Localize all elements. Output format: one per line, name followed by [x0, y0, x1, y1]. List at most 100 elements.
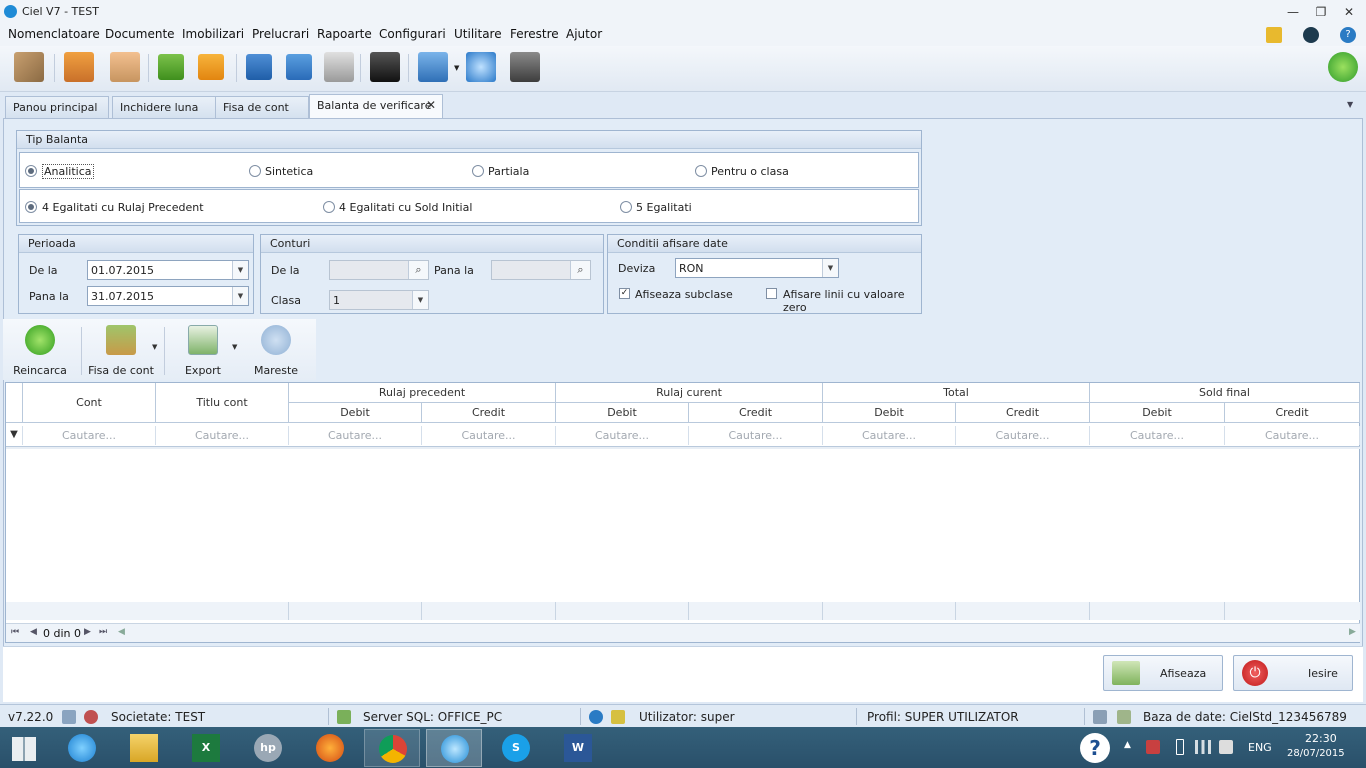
radio-4-egalitati-rulaj[interactable]: [25, 201, 37, 213]
tab-list-dropdown-icon[interactable]: ▼: [1347, 100, 1353, 109]
clock-date[interactable]: 28/07/2015: [1287, 748, 1345, 759]
search-icon[interactable]: ⌕: [408, 261, 428, 279]
menu-utilitare[interactable]: Utilitare: [454, 27, 502, 41]
radio-sintetica-label[interactable]: Sintetica: [265, 165, 313, 178]
date-from-field[interactable]: 01.07.2015 ▼: [87, 260, 249, 280]
first-page-icon[interactable]: ⏮: [11, 627, 19, 637]
fisa-de-cont-button[interactable]: Fisa de cont: [87, 325, 155, 379]
minimize-button[interactable]: —: [1279, 2, 1307, 22]
tab-fisa-de-cont[interactable]: Fisa de cont: [215, 96, 309, 118]
radio-5-egalitati[interactable]: [620, 201, 632, 213]
refresh-doc-icon[interactable]: [286, 54, 312, 80]
close-button[interactable]: ✕: [1335, 2, 1363, 22]
col-total-credit[interactable]: Credit: [956, 403, 1090, 423]
export-dropdown-icon[interactable]: ▼: [232, 343, 237, 351]
radio-4-egalitati-sold-label[interactable]: 4 Egalitati cu Sold Initial: [339, 201, 472, 214]
cont-from-field[interactable]: ⌕: [329, 260, 429, 280]
radio-partiala[interactable]: [472, 165, 484, 177]
update-icon[interactable]: [1303, 27, 1319, 43]
taskbar-hp[interactable]: hp: [240, 729, 296, 767]
scroll-right-icon[interactable]: ▶: [1349, 627, 1356, 637]
filter-titlu[interactable]: Cautare...: [156, 426, 289, 445]
disconnect-icon[interactable]: [84, 710, 98, 724]
taskbar-word[interactable]: W: [550, 729, 606, 767]
tab-inchidere-luna[interactable]: Inchidere luna: [112, 96, 216, 118]
menu-prelucrari[interactable]: Prelucrari: [252, 27, 309, 41]
import-icon[interactable]: [158, 54, 184, 80]
taskbar-chrome[interactable]: [364, 729, 420, 767]
scroll-left-icon[interactable]: ◀: [118, 627, 125, 637]
language-indicator[interactable]: ENG: [1248, 741, 1272, 754]
search-icon[interactable]: ⌕: [570, 261, 590, 279]
transfer-icon[interactable]: [198, 54, 224, 80]
radio-pentru-o-clasa-label[interactable]: Pentru o clasa: [711, 165, 789, 178]
mareste-button[interactable]: Mareste: [247, 325, 305, 379]
printer-icon[interactable]: [418, 52, 448, 82]
deviza-select[interactable]: RON ▼: [675, 258, 839, 278]
menu-nomenclatoare[interactable]: Nomenclatoare: [8, 27, 100, 41]
start-button[interactable]: [0, 729, 56, 767]
menu-imobilizari[interactable]: Imobilizari: [182, 27, 244, 41]
upload-icon[interactable]: [246, 54, 272, 80]
date-to-field[interactable]: 31.07.2015 ▼: [87, 286, 249, 306]
radio-analitica[interactable]: [25, 165, 37, 177]
calculator-icon[interactable]: [510, 52, 540, 82]
filter-total-credit[interactable]: Cautare...: [956, 426, 1090, 445]
filter-cont[interactable]: Cautare...: [23, 426, 156, 445]
clock-time[interactable]: 22:30: [1305, 732, 1337, 745]
tray-expand-icon[interactable]: ▲: [1124, 740, 1131, 750]
filter-total-debit[interactable]: Cautare...: [823, 426, 956, 445]
taskbar-excel[interactable]: X: [178, 729, 234, 767]
next-page-icon[interactable]: ▶: [84, 627, 91, 637]
battery-icon[interactable]: [1176, 739, 1184, 755]
menu-configurari[interactable]: Configurari: [379, 27, 446, 41]
tab-balanta-de-verificare[interactable]: Balanta de verificare ✕: [309, 94, 443, 118]
radio-4-egalitati-sold[interactable]: [323, 201, 335, 213]
key-icon[interactable]: [1266, 27, 1282, 43]
taskbar-firefox[interactable]: [302, 729, 358, 767]
col-rc-credit[interactable]: Credit: [689, 403, 823, 423]
taskbar-explorer[interactable]: [116, 729, 172, 767]
chevron-down-icon[interactable]: ▼: [232, 287, 248, 305]
taskbar-skype[interactable]: S: [488, 729, 544, 767]
col-rp-credit[interactable]: Credit: [422, 403, 556, 423]
radio-partiala-label[interactable]: Partiala: [488, 165, 529, 178]
iesire-button[interactable]: ⏻ Iesire: [1233, 655, 1353, 691]
action-center-icon[interactable]: [1146, 740, 1160, 754]
radio-5-egalitati-label[interactable]: 5 Egalitati: [636, 201, 692, 214]
afiseaza-button[interactable]: Afiseaza: [1103, 655, 1223, 691]
filter-rp-debit[interactable]: Cautare...: [289, 426, 422, 445]
radio-sintetica[interactable]: [249, 165, 261, 177]
card-reader-icon[interactable]: [370, 52, 400, 82]
radio-4-egalitati-rulaj-label[interactable]: 4 Egalitati cu Rulaj Precedent: [42, 201, 204, 214]
export-button[interactable]: Export: [173, 325, 233, 379]
sync-icon[interactable]: [62, 710, 76, 724]
filter-rc-credit[interactable]: Cautare...: [689, 426, 823, 445]
col-rp-debit[interactable]: Debit: [289, 403, 422, 423]
zero-lines-checkbox[interactable]: [766, 288, 777, 299]
filter-sf-credit[interactable]: Cautare...: [1225, 426, 1360, 445]
col-sf-credit[interactable]: Credit: [1225, 403, 1360, 423]
cash-register-icon[interactable]: [324, 52, 354, 82]
tab-close-icon[interactable]: ✕: [426, 98, 436, 112]
filter-sf-debit[interactable]: Cautare...: [1090, 426, 1225, 445]
filter-rc-debit[interactable]: Cautare...: [556, 426, 689, 445]
users-icon[interactable]: [110, 52, 140, 82]
prev-page-icon[interactable]: ◀: [30, 627, 37, 637]
menu-documente[interactable]: Documente: [105, 27, 175, 41]
chevron-down-icon[interactable]: ▼: [412, 291, 428, 309]
taskbar-ciel[interactable]: [426, 729, 482, 767]
filter-rp-credit[interactable]: Cautare...: [422, 426, 556, 445]
chevron-down-icon[interactable]: ▼: [822, 259, 838, 277]
clipboard-icon[interactable]: [64, 52, 94, 82]
col-rc-debit[interactable]: Debit: [556, 403, 689, 423]
help-circle-icon[interactable]: ?: [1080, 733, 1110, 763]
tab-panou-principal[interactable]: Panou principal: [5, 96, 109, 118]
taskbar-ie[interactable]: [54, 729, 110, 767]
chat-icon[interactable]: [1328, 52, 1358, 82]
subclase-checkbox[interactable]: ✓: [619, 288, 630, 299]
menu-rapoarte[interactable]: Rapoarte: [317, 27, 372, 41]
col-total-debit[interactable]: Debit: [823, 403, 956, 423]
col-titlu-cont[interactable]: Titlu cont: [156, 383, 289, 423]
col-sf-debit[interactable]: Debit: [1090, 403, 1225, 423]
